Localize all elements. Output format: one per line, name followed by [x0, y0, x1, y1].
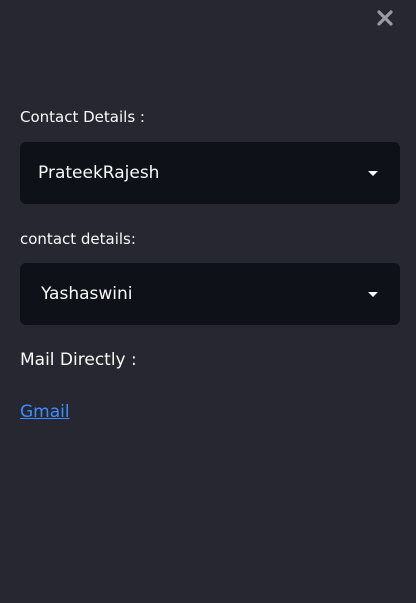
gmail-link[interactable]: Gmail: [20, 402, 70, 422]
chevron-down-icon: [368, 292, 378, 297]
close-button[interactable]: [373, 6, 397, 30]
contact-details-label-1: Contact Details :: [20, 108, 145, 126]
close-icon: [377, 10, 393, 26]
mail-directly-heading: Mail Directly :: [20, 350, 137, 370]
contact-select-2-value: Yashaswini: [41, 284, 133, 304]
contact-select-1[interactable]: PrateekRajesh: [20, 142, 400, 204]
chevron-down-icon: [368, 171, 378, 176]
contact-select-2[interactable]: Yashaswini: [20, 263, 400, 325]
sidebar-panel: Contact Details : PrateekRajesh contact …: [0, 0, 416, 603]
contact-details-label-2: contact details:: [20, 230, 136, 248]
contact-select-1-value: PrateekRajesh: [38, 163, 160, 183]
